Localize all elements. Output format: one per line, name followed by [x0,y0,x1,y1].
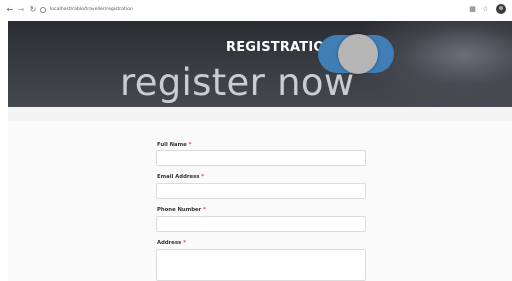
phone-number-label: Phone Number * [157,207,206,213]
phone-number-input[interactable] [156,216,366,232]
full-name-label: Full Name * [157,142,192,148]
required-mark: * [188,142,192,148]
address-bar[interactable]: localhost/rablo/traveller/registration [50,0,133,20]
required-mark: * [183,240,186,246]
hero-banner: REGISTRATION register now [8,21,512,107]
forward-icon[interactable]: → [16,0,26,20]
section-divider [8,107,512,121]
required-mark: * [201,174,205,180]
address-textarea[interactable] [156,249,366,281]
back-icon[interactable]: ← [5,0,15,20]
address-label: Address * [157,240,186,246]
email-address-label: Email Address * [157,174,205,180]
hero-subtitle: register now [120,61,355,104]
bookmark-star-icon[interactable]: ☆ [481,5,490,14]
reload-icon[interactable]: ↻ [28,0,38,20]
browser-toolbar: ← → ↻ localhost/rablo/traveller/registra… [0,0,512,20]
email-address-input[interactable] [156,183,366,199]
full-name-input[interactable] [156,150,366,166]
required-mark: * [203,207,206,213]
site-info-icon[interactable] [40,7,46,13]
profile-avatar-icon[interactable] [496,4,506,14]
extension-icon[interactable]: ▦ [468,5,477,14]
toggle-knob-graphic [338,34,378,74]
